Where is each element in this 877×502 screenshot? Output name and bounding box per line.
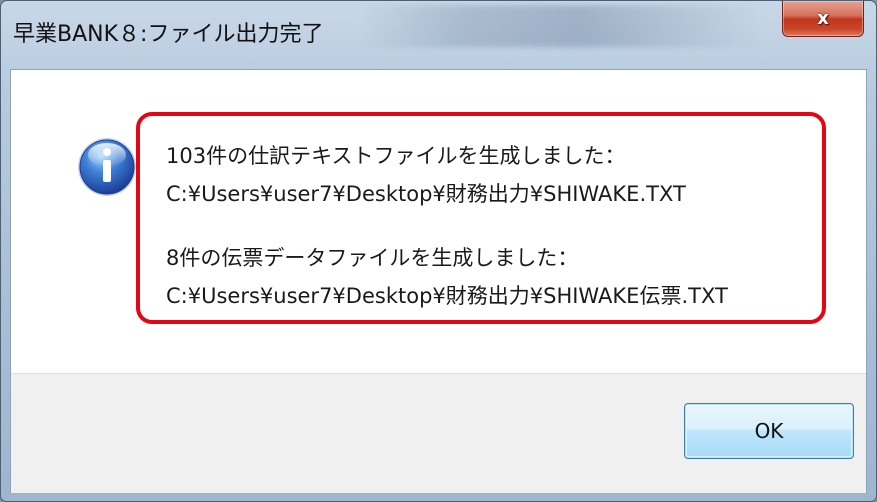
message-line-journal-path: C:¥Users¥user7¥Desktop¥財務出力¥SHIWAKE.TXT bbox=[166, 182, 686, 206]
message-line-journal-count: 103件の仕訳テキストファイルを生成しました： bbox=[166, 144, 626, 168]
close-icon: x bbox=[817, 7, 829, 29]
dialog-client-area: 103件の仕訳テキストファイルを生成しました： C:¥Users¥user7¥D… bbox=[10, 69, 867, 493]
close-button[interactable]: x bbox=[782, 1, 864, 37]
message-line-voucher-count: 8件の伝票データファイルを生成しました： bbox=[166, 246, 579, 270]
title-bar-glare bbox=[361, 5, 761, 47]
window-title: 早業BANK８:ファイル出力完了 bbox=[13, 22, 324, 47]
title-bar[interactable]: 早業BANK８:ファイル出力完了 x bbox=[1, 1, 876, 67]
info-icon bbox=[76, 136, 138, 198]
ok-button[interactable]: OK bbox=[684, 403, 854, 459]
message-area: 103件の仕訳テキストファイルを生成しました： C:¥Users¥user7¥D… bbox=[11, 70, 866, 373]
highlighted-message-box: 103件の仕訳テキストファイルを生成しました： C:¥Users¥user7¥D… bbox=[136, 112, 826, 324]
message-line-voucher-path: C:¥Users¥user7¥Desktop¥財務出力¥SHIWAKE伝票.TX… bbox=[166, 284, 728, 308]
button-bar: OK bbox=[11, 373, 866, 493]
dialog-window: 早業BANK８:ファイル出力完了 x 103件の仕訳テキストファイルを生成しまし… bbox=[0, 0, 877, 502]
